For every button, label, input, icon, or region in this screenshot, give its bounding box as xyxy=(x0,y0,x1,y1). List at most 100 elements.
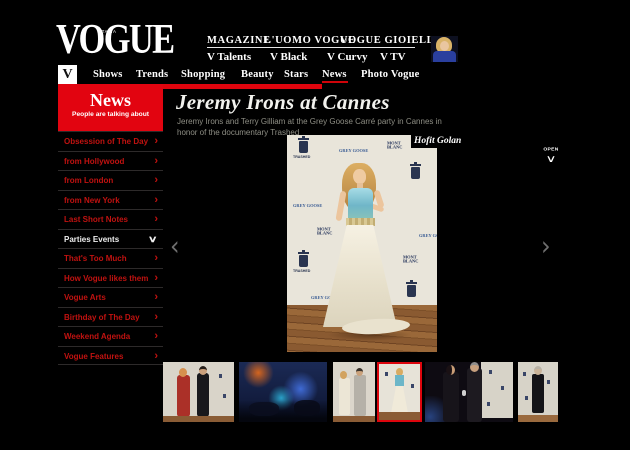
thumbnail-5[interactable] xyxy=(425,362,513,422)
chevron-down-icon: ∨ xyxy=(532,155,571,164)
thumb2-silhouettes xyxy=(249,402,279,416)
thumb1-floor xyxy=(163,416,234,422)
chevron-right-icon: › xyxy=(154,249,158,267)
nav-trends[interactable]: Trends xyxy=(136,69,168,80)
trashed-logo: TRASHED xyxy=(293,269,310,273)
thumb5-head xyxy=(470,362,479,372)
user-avatar[interactable] xyxy=(431,36,458,62)
thumb6-floor xyxy=(518,415,558,422)
thumbnail-2[interactable] xyxy=(239,362,327,422)
mont-blanc-logo: MONT BLANC xyxy=(403,255,416,264)
thumb5-backdrop xyxy=(481,362,513,418)
sidebar-item-from-hollywood[interactable]: from Hollywood› xyxy=(58,151,163,171)
mont-blanc-logo: MONT BLANC xyxy=(317,227,330,236)
menu-v-black[interactable]: V Black xyxy=(270,51,307,63)
sidebar-item-parties-events[interactable]: Parties Events∨ xyxy=(58,229,163,249)
trashed-can-icon xyxy=(407,285,416,297)
sidebar-item-vogue-features[interactable]: Vogue Features› xyxy=(58,346,163,366)
vogue-news-page: VOGUE ITALIA MAGAZINE L'UOMO VOGUE VOGUE… xyxy=(0,0,630,450)
thumb2-silhouettes xyxy=(294,400,320,416)
thumb4-floor xyxy=(379,412,420,420)
backdrop-mark xyxy=(525,396,528,400)
trashed-can-icon xyxy=(299,255,308,267)
backdrop-mark xyxy=(487,402,490,406)
thumb5-interviewer xyxy=(443,372,459,422)
sidebar-item-weekend-agenda[interactable]: Weekend Agenda› xyxy=(58,326,163,346)
nav-news[interactable]: News xyxy=(322,69,347,80)
photo-caption: Hofit Golan xyxy=(411,135,469,148)
thumbnail-6[interactable] xyxy=(518,362,558,422)
carousel-prev-arrow[interactable]: ‹ xyxy=(170,233,180,259)
thumb3-floor xyxy=(333,416,375,422)
backdrop-mark xyxy=(501,386,504,390)
backdrop-mark xyxy=(411,384,414,388)
grey-goose-logo: GREY GOOSE xyxy=(419,233,437,238)
thumbnail-4-selected[interactable] xyxy=(377,362,422,422)
nav-v-badge[interactable]: V xyxy=(58,65,77,85)
chevron-right-icon: › xyxy=(154,288,158,306)
sidebar-item-last-short-notes[interactable]: Last Short Notes› xyxy=(58,209,163,229)
sidebar-item-vogue-arts[interactable]: Vogue Arts› xyxy=(58,287,163,307)
thumb6-man-black xyxy=(532,374,544,413)
menu-v-curvy[interactable]: V Curvy xyxy=(327,51,367,63)
thumb3-man-suit xyxy=(354,375,366,416)
backdrop-mark xyxy=(219,374,222,378)
backdrop-mark xyxy=(523,372,526,376)
thumb1-black-figure xyxy=(197,373,209,417)
menu-v-tv[interactable]: V TV xyxy=(380,51,406,63)
figure-sequin-top xyxy=(348,188,373,220)
carousel-next-arrow[interactable]: › xyxy=(541,233,551,259)
nav-photo-vogue[interactable]: Photo Vogue xyxy=(361,69,420,80)
menu-divider xyxy=(207,47,415,48)
chevron-right-icon: › xyxy=(154,171,158,189)
nav-stars[interactable]: Stars xyxy=(284,69,308,80)
backdrop-mark xyxy=(223,394,226,398)
chevron-right-icon: › xyxy=(154,308,158,326)
mont-blanc-logo: MONT BLANC xyxy=(387,141,400,150)
menu-vogue-gioiello[interactable]: VOGUE GIOIELLO xyxy=(340,35,443,46)
grey-goose-logo: GREY GOOSE xyxy=(293,203,322,208)
menu-magazine[interactable]: MAGAZINE xyxy=(207,35,271,46)
thumb6-head xyxy=(534,366,542,375)
nav-shopping[interactable]: Shopping xyxy=(181,69,225,80)
nav-shows[interactable]: Shows xyxy=(93,69,123,80)
thumb4-blue-top xyxy=(395,375,404,386)
sidebar-news-header: News People are talking about xyxy=(58,84,163,131)
backdrop-mark xyxy=(547,380,550,384)
sidebar-item-obsession-of-the-day[interactable]: Obsession of The Day› xyxy=(58,131,163,151)
thumbnail-1[interactable] xyxy=(163,362,234,422)
main-photo[interactable]: TRASHED GREY GOOSE MONT BLANC GREY GOOSE… xyxy=(287,135,437,352)
vogue-logo[interactable]: VOGUE xyxy=(56,18,173,62)
thumb5-head xyxy=(446,365,455,375)
sidebar-item-from-new-york[interactable]: from New York› xyxy=(58,190,163,210)
chevron-right-icon: › xyxy=(154,210,158,228)
thumb3-head xyxy=(340,371,347,379)
open-panel-button[interactable]: OPEN ∨ xyxy=(538,146,564,164)
sidebar-menu: Obsession of The Day› from Hollywood› fr… xyxy=(58,131,163,365)
avatar-clothing xyxy=(433,51,456,62)
figure-gown-skirt xyxy=(323,225,397,327)
thumbnail-3[interactable] xyxy=(333,362,375,422)
thumb4-gown xyxy=(391,386,408,413)
grey-goose-logo: GREY GOOSE xyxy=(339,148,368,153)
thumb1-red-figure xyxy=(177,375,190,417)
thumb5-man xyxy=(467,368,482,422)
chevron-right-icon: › xyxy=(154,347,158,365)
sidebar-title: News xyxy=(58,90,163,110)
menu-v-talents[interactable]: V Talents xyxy=(207,51,251,63)
figure-left-arm xyxy=(335,191,346,222)
chevron-down-icon: ∨ xyxy=(148,230,158,248)
trashed-logo: TRASHED xyxy=(293,155,310,159)
nav-beauty[interactable]: Beauty xyxy=(241,69,274,80)
thumb3-head xyxy=(356,368,363,376)
sidebar-item-how-vogue-likes-them[interactable]: How Vogue likes them› xyxy=(58,268,163,288)
chevron-right-icon: › xyxy=(154,191,158,209)
thumb3-woman-gown xyxy=(339,378,350,415)
sidebar-item-thats-too-much[interactable]: That's Too Much› xyxy=(58,248,163,268)
sidebar-subtitle: People are talking about xyxy=(72,110,150,117)
figure-waist-band xyxy=(346,218,375,226)
sidebar-item-from-london[interactable]: from London› xyxy=(58,170,163,190)
chevron-right-icon: › xyxy=(154,132,158,150)
avatar-face xyxy=(440,41,449,51)
sidebar-item-birthday-of-the-day[interactable]: Birthday of The Day› xyxy=(58,307,163,327)
